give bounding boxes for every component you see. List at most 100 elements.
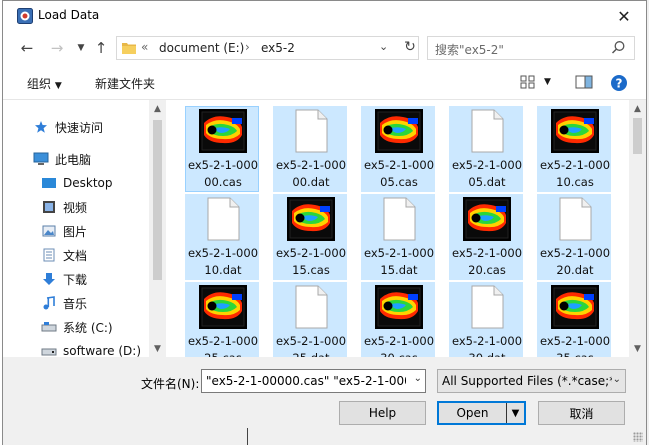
address-bar[interactable]: « document (E:) › ex5-2 ⌄ ↻ (116, 36, 419, 60)
file-list-scrollbar[interactable]: ▲ ▼ (629, 100, 646, 357)
sidebar-item-drive-c[interactable]: 系统 (C:) (41, 316, 113, 338)
filename-label: 文件名(N): (141, 377, 200, 391)
sidebar-item-pictures[interactable]: 图片 (41, 220, 87, 242)
chevron-down-icon: ▼ (77, 43, 85, 53)
file-name: ex5-2-1-00000.dat (275, 158, 347, 189)
navigation-pane[interactable]: 快速访问 此电脑 Desktop 视频 图片 文档 下载 音乐 系统 (C:) … (3, 100, 151, 357)
pictures-icon (41, 223, 57, 239)
caret-down-icon: ▼ (511, 407, 520, 419)
resize-grip[interactable] (633, 432, 643, 442)
filename-input[interactable]: "ex5-2-1-00000.cas" "ex5-2-1-0000 ⌄ (201, 369, 426, 393)
sidebar-item-label: Desktop (63, 176, 113, 190)
load-data-dialog: Load Data ✕ ← → ▼ ↑ « document (E:) › ex… (2, 0, 647, 445)
navigation-pane-scrollbar[interactable]: ▲ ▼ (149, 100, 166, 357)
filename-value[interactable]: "ex5-2-1-00000.cas" "ex5-2-1-0000 (206, 374, 406, 388)
file-name: ex5-2-1-00005.dat (451, 158, 523, 189)
sidebar-item-quick-access[interactable]: 快速访问 (33, 116, 103, 138)
command-bar: 组织 ▼ 新建文件夹 ▼ ? (3, 65, 646, 99)
sidebar-item-this-pc[interactable]: 此电脑 (33, 148, 91, 170)
address-overflow[interactable]: « (141, 40, 148, 54)
organize-menu[interactable]: 组织 ▼ (27, 75, 62, 92)
document-file-icon (383, 197, 416, 241)
app-icon (17, 8, 33, 24)
file-type-value: All Supported Files (*.*case;* (442, 374, 612, 388)
case-file-thumbnail (199, 285, 247, 329)
document-file-icon (471, 109, 504, 153)
sidebar-item-videos[interactable]: 视频 (41, 196, 87, 218)
file-tile[interactable]: ex5-2-1-00030.dat (449, 282, 523, 357)
title-bar: Load Data ✕ (3, 1, 646, 31)
new-folder-button[interactable]: 新建文件夹 (95, 75, 155, 92)
file-tile[interactable]: ex5-2-1-00025.dat (273, 282, 347, 357)
sidebar-item-drive-d[interactable]: software (D:) (41, 340, 141, 357)
address-history-button[interactable]: ⌄ (379, 40, 388, 53)
preview-pane-icon[interactable] (575, 74, 593, 90)
file-tile[interactable]: ex5-2-1-00015.dat (361, 194, 435, 280)
sidebar-item-desktop[interactable]: Desktop (41, 172, 113, 194)
navigation-pane-scroll-thumb[interactable] (153, 120, 162, 280)
file-tile[interactable]: ex5-2-1-00030.cas (361, 282, 435, 357)
file-tile[interactable]: ex5-2-1-00000.dat (273, 106, 347, 192)
arrow-left-icon: ← (20, 39, 34, 57)
cancel-button[interactable]: 取消 (538, 401, 625, 425)
address-separator: › (245, 40, 250, 54)
case-file-thumbnail (375, 285, 423, 329)
view-dropdown-button[interactable]: ▼ (544, 77, 551, 87)
file-name: ex5-2-1-00010.dat (187, 246, 259, 277)
file-tile[interactable]: ex5-2-1-00025.cas (185, 282, 259, 357)
address-segment-folder[interactable]: ex5-2 (261, 41, 295, 55)
forward-button[interactable]: → (47, 38, 67, 58)
scroll-down-icon[interactable]: ▼ (629, 340, 646, 357)
sidebar-item-label: 文档 (63, 248, 88, 263)
sidebar-item-music[interactable]: 音乐 (41, 292, 87, 314)
chevron-down-icon[interactable]: ⌄ (414, 373, 422, 384)
scroll-up-icon[interactable]: ▲ (629, 100, 646, 117)
up-button[interactable]: ↑ (91, 38, 111, 58)
background-window-edge (247, 428, 248, 445)
drive-icon (41, 343, 57, 357)
navigation-bar: ← → ▼ ↑ « document (E:) › ex5-2 ⌄ ↻ 搜索"e… (3, 31, 646, 65)
file-tile[interactable]: ex5-2-1-00020.dat (537, 194, 611, 280)
help-button[interactable]: Help (339, 401, 426, 425)
caret-down-icon: ▼ (544, 77, 551, 87)
address-segment-drive[interactable]: document (E:) (159, 41, 244, 55)
close-button[interactable]: ✕ (606, 2, 642, 30)
back-button[interactable]: ← (17, 38, 37, 58)
arrow-up-icon: ↑ (94, 39, 108, 57)
open-options-dropdown[interactable]: ▼ (506, 403, 524, 423)
file-tile[interactable]: ex5-2-1-00010.dat (185, 194, 259, 280)
file-list[interactable]: ex5-2-1-00000.cas ex5-2-1-00000.dat ex5-2-… (173, 100, 629, 357)
file-list-scroll-thumb[interactable] (633, 118, 642, 154)
refresh-button[interactable]: ↻ (401, 39, 419, 57)
file-name: ex5-2-1-00025.dat (275, 334, 347, 357)
recent-locations-button[interactable]: ▼ (71, 38, 91, 58)
caret-down-icon: ▼ (54, 81, 62, 91)
document-file-icon (559, 197, 592, 241)
sidebar-item-label: 图片 (63, 224, 88, 239)
file-type-select[interactable]: All Supported Files (*.*case;* ⌄ (437, 369, 626, 393)
file-tile[interactable]: ex5-2-1-00005.dat (449, 106, 523, 192)
file-tile[interactable]: ex5-2-1-00020.cas (449, 194, 523, 280)
search-input[interactable]: 搜索"ex5-2" (427, 36, 635, 60)
file-name: ex5-2-1-00035.cas (539, 334, 611, 357)
scroll-up-icon[interactable]: ▲ (149, 100, 166, 117)
file-tile[interactable]: ex5-2-1-00005.cas (361, 106, 435, 192)
case-file-thumbnail (463, 197, 511, 241)
help-icon[interactable]: ? (610, 74, 628, 92)
sidebar-item-documents[interactable]: 文档 (41, 244, 87, 266)
open-button-label: Open (456, 406, 489, 420)
view-options-icon[interactable] (520, 74, 536, 90)
sidebar-item-label: 快速访问 (55, 120, 104, 135)
open-button[interactable]: Open ▼ (437, 401, 526, 425)
file-name: ex5-2-1-00015.dat (363, 246, 435, 277)
file-tile[interactable]: ex5-2-1-00035.cas (537, 282, 611, 357)
scroll-down-icon[interactable]: ▼ (149, 340, 166, 357)
file-tile[interactable]: ex5-2-1-00015.cas (273, 194, 347, 280)
search-icon (611, 41, 625, 54)
file-tile[interactable]: ex5-2-1-00010.cas (537, 106, 611, 192)
sidebar-item-label: 下载 (63, 272, 88, 287)
file-tile[interactable]: ex5-2-1-00000.cas (185, 106, 259, 192)
desktop-icon (41, 175, 57, 191)
sidebar-item-downloads[interactable]: 下载 (41, 268, 87, 290)
search-placeholder: 搜索"ex5-2" (435, 43, 504, 57)
